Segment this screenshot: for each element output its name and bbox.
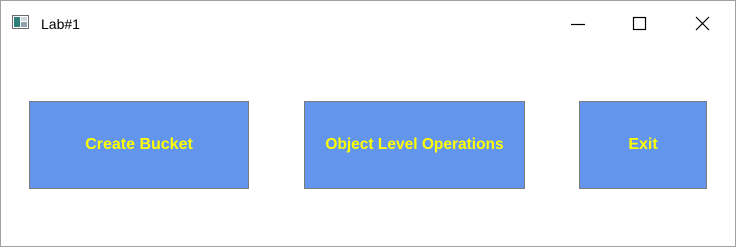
close-icon bbox=[695, 16, 710, 31]
main-window: Lab#1 Create Bucket Object Level Operati… bbox=[0, 0, 736, 247]
title-bar[interactable]: Lab#1 bbox=[1, 1, 735, 45]
minimize-button[interactable] bbox=[555, 1, 601, 45]
close-button[interactable] bbox=[678, 1, 724, 45]
create-bucket-button[interactable]: Create Bucket bbox=[29, 101, 249, 189]
minimize-icon bbox=[571, 23, 585, 26]
object-level-operations-button[interactable]: Object Level Operations bbox=[304, 101, 525, 189]
window-title: Lab#1 bbox=[41, 16, 80, 32]
maximize-button[interactable] bbox=[615, 1, 661, 45]
exit-button[interactable]: Exit bbox=[579, 101, 707, 189]
application-icon bbox=[12, 15, 29, 29]
maximize-icon bbox=[632, 16, 647, 31]
